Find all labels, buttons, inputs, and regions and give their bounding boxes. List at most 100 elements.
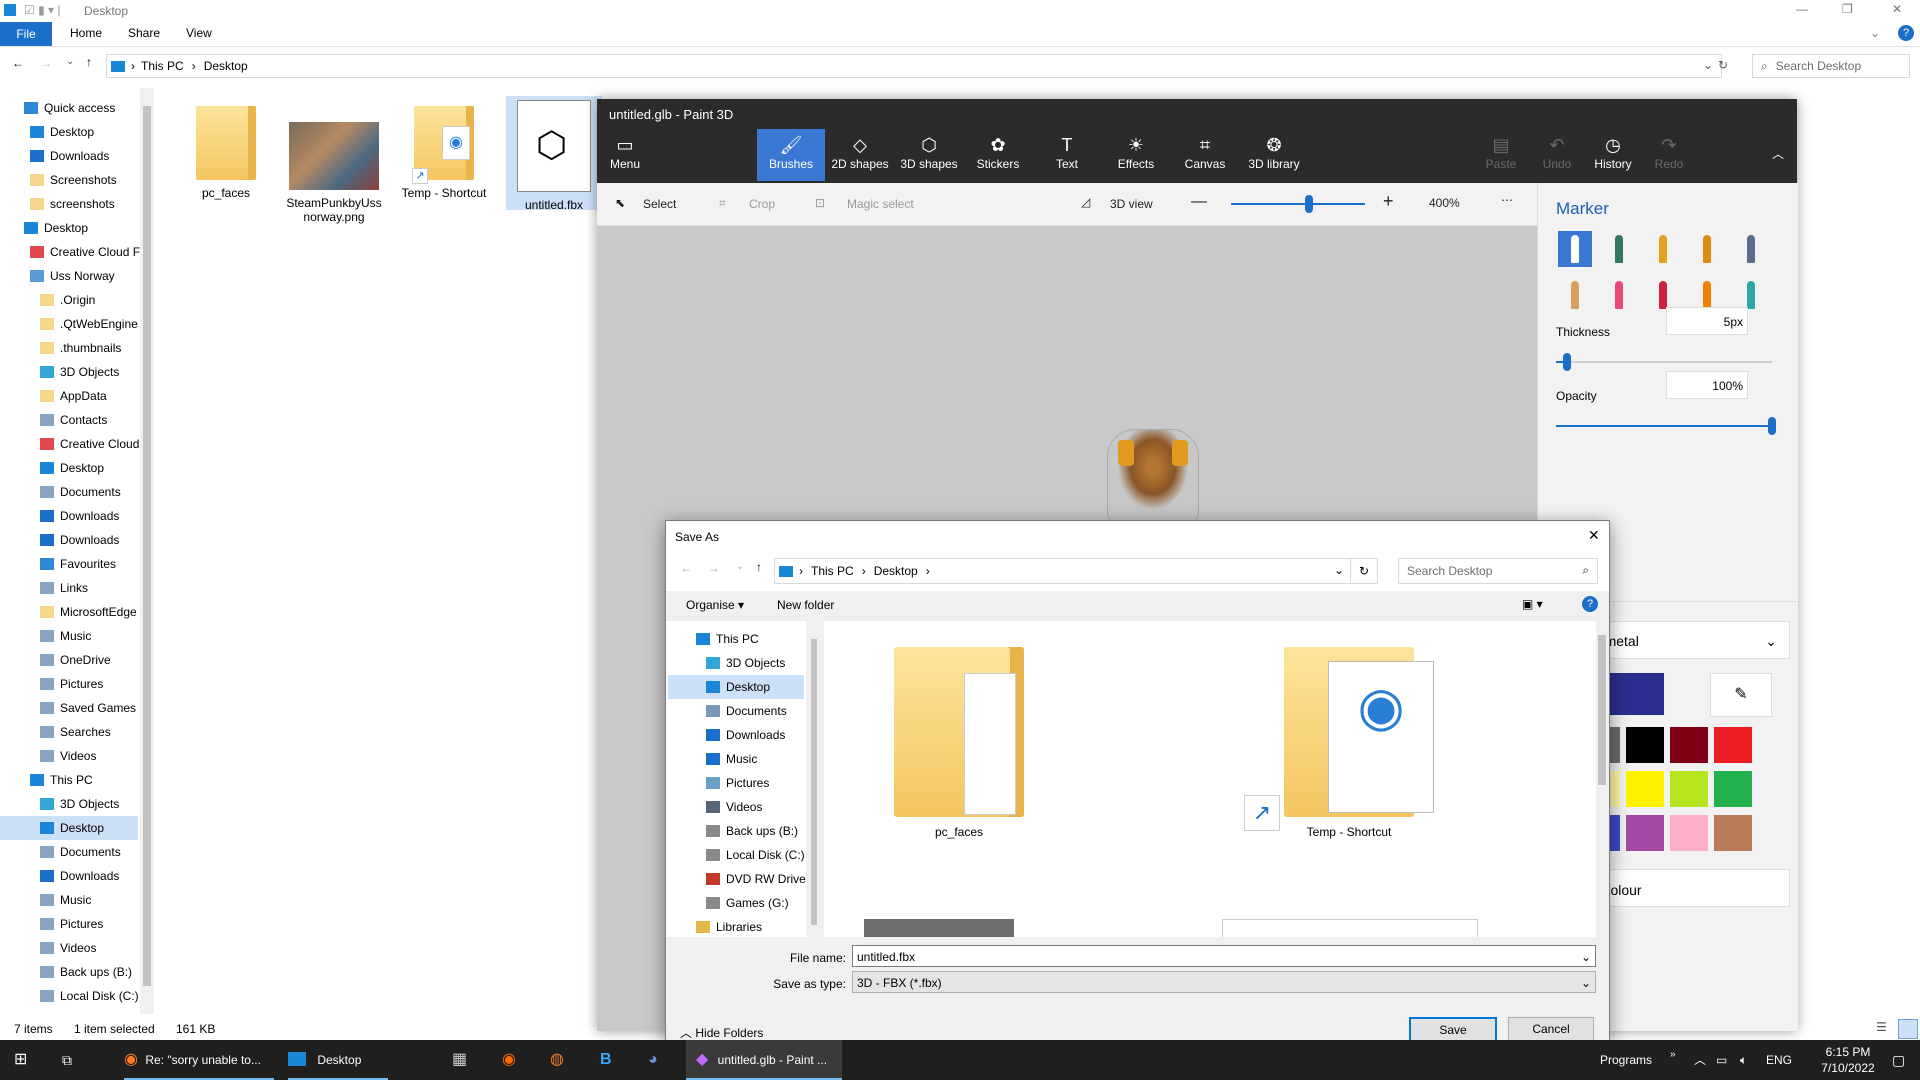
thickness-slider-thumb[interactable]	[1562, 353, 1571, 371]
view-options-icon[interactable]: ▣ ▾	[1522, 597, 1543, 611]
nav-item[interactable]: Downloads	[40, 864, 119, 888]
tool-undo[interactable]: ↶ Undo	[1529, 129, 1585, 181]
new-folder-button[interactable]: New folder	[777, 598, 834, 612]
nav-item[interactable]: Desktop	[24, 216, 88, 240]
notifications-icon[interactable]: ▢	[1892, 1040, 1905, 1080]
nav-item[interactable]: Documents	[40, 480, 121, 504]
zoom-slider-thumb[interactable]	[1304, 195, 1313, 213]
breadcrumb-desktop[interactable]: Desktop	[204, 59, 248, 73]
zoom-level[interactable]: 400%	[1429, 196, 1460, 210]
colour-swatch[interactable]	[1714, 771, 1752, 807]
tree-item[interactable]: Local Disk (C:)	[706, 843, 805, 867]
tree-item[interactable]: Documents	[706, 699, 787, 723]
back-arrow-icon[interactable]: ←	[680, 561, 692, 575]
nav-item[interactable]: Desktop	[0, 816, 138, 840]
recent-locations-icon[interactable]: ⌄	[736, 561, 744, 572]
tree-item[interactable]: Pictures	[706, 771, 769, 795]
3d-view-button[interactable]: 3D view	[1110, 197, 1153, 211]
tree-item[interactable]: DVD RW Drive	[706, 867, 806, 891]
tree-item[interactable]: Music	[706, 747, 757, 771]
tab-share[interactable]: Share	[128, 26, 160, 40]
colour-swatch[interactable]	[1670, 771, 1708, 807]
dialog-close-icon[interactable]: ✕	[1588, 527, 1600, 544]
breadcrumb-desktop[interactable]: Desktop	[874, 564, 918, 578]
close-icon[interactable]: ✕	[1892, 2, 1902, 16]
nav-item[interactable]: Uss Norway	[30, 264, 115, 288]
nav-item[interactable]: Music	[40, 888, 91, 912]
dialog-search-input[interactable]: Search Desktop ⌕	[1398, 558, 1598, 584]
nav-item[interactable]: .QtWebEngine	[40, 312, 138, 336]
tool-text[interactable]: T Text	[1033, 129, 1101, 181]
restore-icon[interactable]: ❐	[1842, 2, 1853, 16]
nav-item[interactable]: MicrosoftEdge	[40, 600, 137, 624]
select-button[interactable]: Select	[643, 197, 676, 211]
quick-access-toolbar-icon[interactable]: ☑ ▮ ▾ |	[24, 3, 61, 17]
nav-item[interactable]: Searches	[40, 720, 111, 744]
forward-arrow-icon[interactable]: →	[708, 561, 720, 575]
language-indicator[interactable]: ENG	[1766, 1040, 1792, 1080]
eyedropper-icon[interactable]: ✎	[1710, 673, 1772, 717]
up-arrow-icon[interactable]: ↑	[86, 55, 92, 69]
nav-item[interactable]: Screenshots	[30, 168, 117, 192]
nav-item[interactable]: .Origin	[40, 288, 95, 312]
pencil-icon[interactable]	[1558, 277, 1592, 313]
collapse-toolbar-icon[interactable]: ︿	[1772, 145, 1784, 162]
origin-icon[interactable]: ◉	[502, 1040, 516, 1080]
nav-item[interactable]: Creative Cloud	[40, 432, 139, 456]
pixel-pen-icon[interactable]	[1734, 231, 1768, 267]
tool-brush[interactable]: 🖌︎ Brushes	[757, 129, 825, 181]
marker-brush-icon[interactable]	[1558, 231, 1592, 267]
tree-item[interactable]: Games (G:)	[706, 891, 789, 915]
forward-arrow-icon[interactable]: →	[40, 56, 52, 70]
nav-item[interactable]: 3D Objects	[40, 792, 119, 816]
recent-locations-icon[interactable]: ⌄	[66, 56, 74, 67]
zoom-out-icon[interactable]: —	[1191, 193, 1207, 211]
partial-file-item[interactable]	[864, 919, 1014, 937]
colour-swatch[interactable]	[1626, 771, 1664, 807]
cancel-button[interactable]: Cancel	[1508, 1017, 1594, 1041]
opacity-input[interactable]: 100%	[1666, 371, 1748, 399]
zoom-slider[interactable]	[1231, 195, 1365, 213]
nav-item[interactable]: Creative Cloud F	[30, 240, 140, 264]
hide-folders-button[interactable]: ︿ Hide Folders	[680, 1024, 763, 1041]
minimize-icon[interactable]: —	[1796, 2, 1808, 16]
nav-item[interactable]: Videos	[40, 744, 96, 768]
3d-model-object[interactable]	[1107, 429, 1199, 523]
nav-item[interactable]: Downloads	[30, 144, 109, 168]
show-hidden-icons-icon[interactable]: ︿	[1694, 1040, 1706, 1080]
tab-home[interactable]: Home	[70, 26, 102, 40]
tool-canvas[interactable]: ⌗ Canvas	[1171, 129, 1239, 181]
blender-icon[interactable]: ◍	[550, 1040, 564, 1080]
nav-item[interactable]: Videos	[40, 936, 96, 960]
select-cursor-icon[interactable]: ⬉	[615, 196, 625, 210]
breadcrumb-this-pc[interactable]: This PC	[811, 564, 854, 578]
tool-effects[interactable]: ☀ Effects	[1102, 129, 1170, 181]
taskbar-app-firefox[interactable]: ◉ Re: "sorry unable to...	[124, 1040, 274, 1080]
tree-item[interactable]: Downloads	[706, 723, 785, 747]
tool-3d-shapes[interactable]: ⬡ 3D shapes	[895, 129, 963, 181]
organise-button[interactable]: Organise ▾	[686, 598, 744, 612]
nav-item[interactable]: Quick access	[24, 96, 115, 120]
partial-file-item[interactable]	[1222, 919, 1478, 937]
crop-button[interactable]: Crop	[749, 197, 775, 211]
magic-select-icon[interactable]: ⊡	[815, 196, 825, 210]
colour-swatch[interactable]	[1714, 815, 1752, 851]
nav-item[interactable]: Saved Games	[40, 696, 136, 720]
colour-swatch[interactable]	[1626, 815, 1664, 851]
task-view-icon[interactable]: ⧉	[62, 1040, 72, 1080]
expand-ribbon-icon[interactable]: ⌄	[1870, 26, 1880, 40]
colour-swatch[interactable]	[1670, 727, 1708, 763]
back-arrow-icon[interactable]: ←	[12, 56, 24, 70]
nav-item[interactable]: Contacts	[40, 408, 107, 432]
tree-item[interactable]: Libraries	[696, 915, 762, 937]
nav-item[interactable]: Downloads	[40, 504, 119, 528]
nav-item[interactable]: Downloads	[40, 528, 119, 552]
file-item[interactable]: SteamPunkbyUss norway.png	[286, 96, 382, 224]
tree-item[interactable]: Desktop	[668, 675, 804, 699]
nav-item[interactable]: Music	[40, 624, 91, 648]
file-item-selected[interactable]: ⬡ untitled.fbx	[506, 96, 602, 212]
calligraphy-pen-icon[interactable]	[1602, 231, 1636, 267]
nav-item[interactable]: .thumbnails	[40, 336, 121, 360]
tool-3d-library[interactable]: ❂ 3D library	[1240, 129, 1308, 181]
zoom-in-icon[interactable]: +	[1383, 191, 1394, 212]
